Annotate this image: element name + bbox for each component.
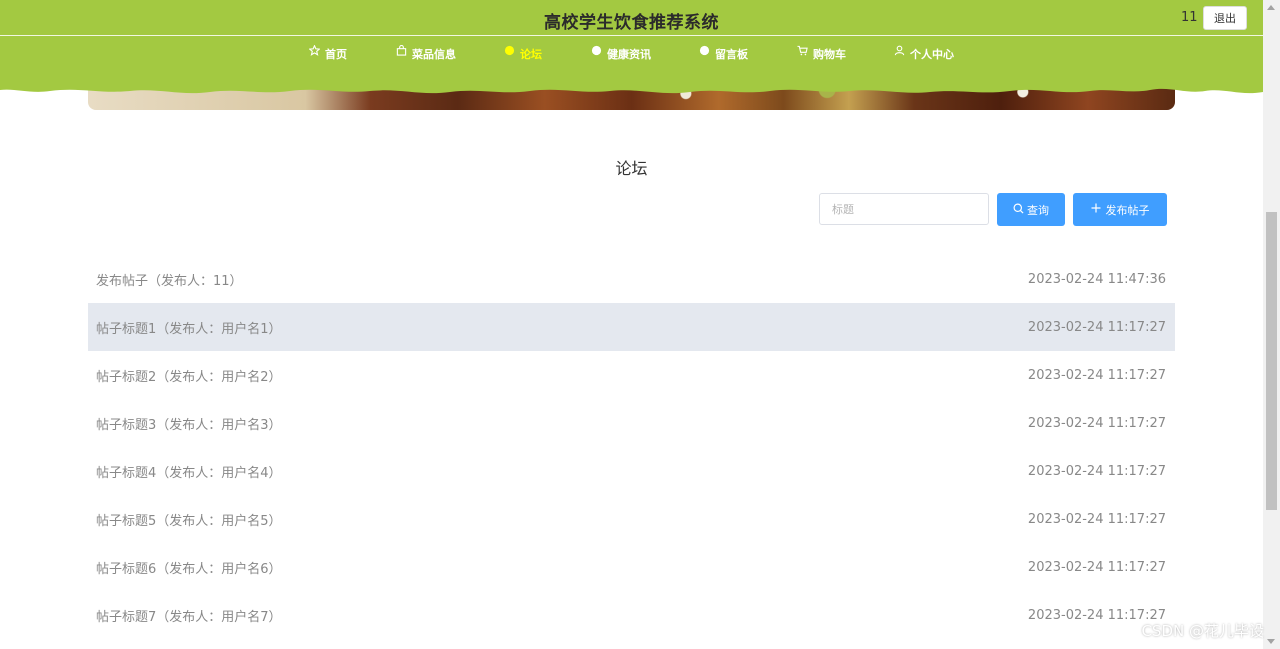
post-row[interactable]: 发布帖子（发布人：11） 2023-02-24 11:47:36 <box>88 255 1175 303</box>
post-row[interactable]: 帖子标题6（发布人：用户名6） 2023-02-24 11:17:27 <box>88 543 1175 591</box>
search-button[interactable]: 查询 <box>997 193 1065 226</box>
site-title: 高校学生饮食推荐系统 <box>544 13 719 33</box>
nav-item-profile[interactable]: 个人中心 <box>894 45 954 63</box>
current-username: 11 <box>1181 10 1198 25</box>
forum-post-list: 发布帖子（发布人：11） 2023-02-24 11:47:36 帖子标题1（发… <box>88 255 1175 639</box>
post-date: 2023-02-24 11:17:27 <box>1027 319 1166 335</box>
nav-label-cart: 购物车 <box>813 48 846 61</box>
post-date: 2023-02-24 11:17:27 <box>1027 415 1166 431</box>
post-title[interactable]: 帖子标题6（发布人：用户名6） <box>96 558 282 577</box>
post-row[interactable]: 帖子标题4（发布人：用户名4） 2023-02-24 11:17:27 <box>88 447 1175 495</box>
dot-icon <box>699 45 710 60</box>
header-divider <box>0 35 1263 36</box>
scrollbar-thumb[interactable] <box>1266 212 1277 510</box>
nav-item-home[interactable]: 首页 <box>309 45 347 63</box>
post-title[interactable]: 帖子标题3（发布人：用户名3） <box>96 414 282 433</box>
nav-item-dishes[interactable]: 菜品信息 <box>396 45 456 63</box>
nav-label-health-news: 健康资讯 <box>607 48 651 61</box>
post-title[interactable]: 帖子标题1（发布人：用户名1） <box>96 318 282 337</box>
search-icon <box>1013 203 1024 217</box>
csdn-watermark: CSDN @花儿毕设 <box>1141 622 1264 640</box>
star-icon <box>309 45 320 60</box>
nav-item-cart[interactable]: 购物车 <box>797 45 846 63</box>
post-date: 2023-02-24 11:47:36 <box>1027 271 1166 287</box>
dot-icon <box>591 45 602 60</box>
post-title[interactable]: 帖子标题2（发布人：用户名2） <box>96 366 282 385</box>
site-header: 高校学生饮食推荐系统 11 退出 首页 菜品信息 论坛 健康资讯 留言板 购物车… <box>0 0 1263 100</box>
post-title[interactable]: 帖子标题7（发布人：用户名7） <box>96 606 282 625</box>
publish-post-button[interactable]: 发布帖子 <box>1073 193 1167 226</box>
post-row[interactable]: 帖子标题2（发布人：用户名2） 2023-02-24 11:17:27 <box>88 351 1175 399</box>
logout-button[interactable]: 退出 <box>1203 6 1247 30</box>
post-date: 2023-02-24 11:17:27 <box>1027 511 1166 527</box>
dot-icon <box>504 45 515 60</box>
post-row[interactable]: 帖子标题7（发布人：用户名7） 2023-02-24 11:17:27 <box>88 591 1175 639</box>
search-button-label: 查询 <box>1027 203 1049 217</box>
title-search-input[interactable] <box>819 193 989 225</box>
nav-label-profile: 个人中心 <box>910 48 954 61</box>
post-row[interactable]: 帖子标题5（发布人：用户名5） 2023-02-24 11:17:27 <box>88 495 1175 543</box>
scroll-down-arrow-icon[interactable] <box>1267 639 1275 644</box>
post-title[interactable]: 帖子标题4（发布人：用户名4） <box>96 462 282 481</box>
scroll-up-arrow-icon[interactable] <box>1267 5 1275 10</box>
cart-icon <box>797 45 808 60</box>
nav-label-forum: 论坛 <box>520 48 542 61</box>
post-title[interactable]: 发布帖子（发布人：11） <box>96 270 243 289</box>
bag-icon <box>396 45 407 60</box>
post-title[interactable]: 帖子标题5（发布人：用户名5） <box>96 510 282 529</box>
main-nav: 首页 菜品信息 论坛 健康资讯 留言板 购物车 个人中心 <box>0 45 1263 63</box>
nav-label-home: 首页 <box>325 48 347 61</box>
nav-label-message-board: 留言板 <box>715 48 748 61</box>
post-date: 2023-02-24 11:17:27 <box>1027 559 1166 575</box>
post-date: 2023-02-24 11:17:27 <box>1027 463 1166 479</box>
nav-label-dishes: 菜品信息 <box>412 48 456 61</box>
nav-item-health-news[interactable]: 健康资讯 <box>591 45 651 63</box>
post-row[interactable]: 帖子标题3（发布人：用户名3） 2023-02-24 11:17:27 <box>88 399 1175 447</box>
plus-icon <box>1091 203 1101 216</box>
post-row[interactable]: 帖子标题1（发布人：用户名1） 2023-02-24 11:17:27 <box>88 303 1175 351</box>
nav-item-forum[interactable]: 论坛 <box>504 45 542 63</box>
page-scrollbar[interactable] <box>1263 0 1280 649</box>
user-icon <box>894 45 905 60</box>
nav-item-message-board[interactable]: 留言板 <box>699 45 748 63</box>
page-title: 论坛 <box>615 159 648 178</box>
post-date: 2023-02-24 11:17:27 <box>1027 367 1166 383</box>
publish-button-label: 发布帖子 <box>1105 203 1150 217</box>
